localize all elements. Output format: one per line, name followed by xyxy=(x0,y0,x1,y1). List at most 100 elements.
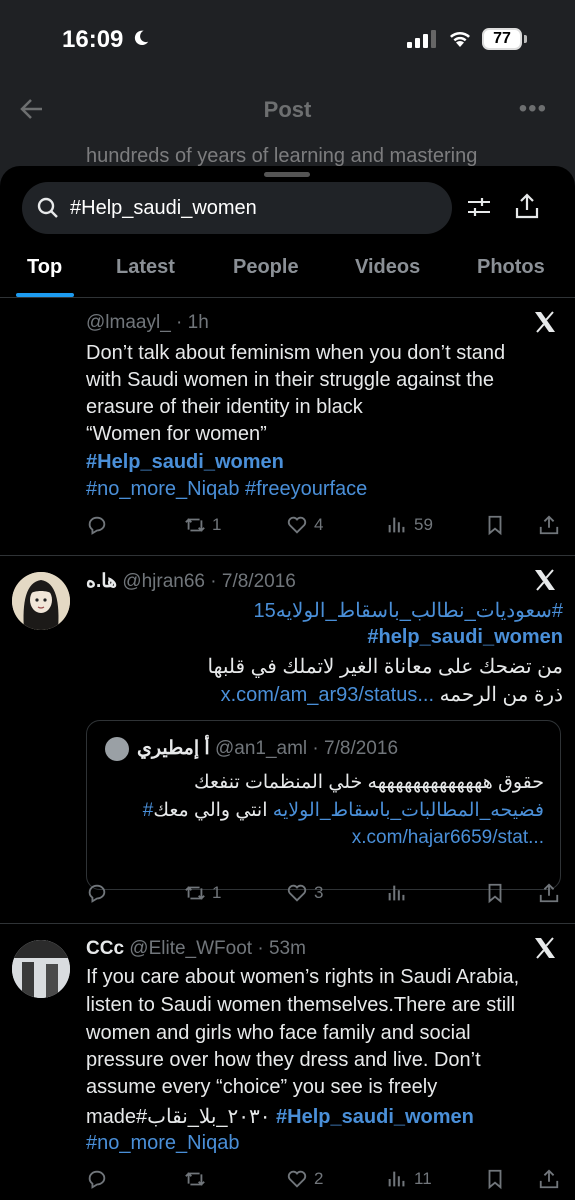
repost-icon xyxy=(185,518,205,532)
tab-top[interactable]: Top xyxy=(27,256,62,279)
tweet-handle[interactable]: @Elite_WFoot xyxy=(129,938,252,959)
hashtag-link[interactable]: #سعوديات_نطالب_باسقاط_الولايه15 xyxy=(254,598,563,623)
heart-icon xyxy=(287,884,307,902)
share-button[interactable] xyxy=(538,878,560,908)
hashtags-link[interactable]: #no_more_Niqab #freeyourface xyxy=(86,478,367,501)
bookmark-icon xyxy=(488,1169,502,1190)
avatar[interactable] xyxy=(12,572,70,630)
reply-button[interactable] xyxy=(86,1164,114,1194)
views-chart-icon xyxy=(388,517,405,533)
tweet-2[interactable]: ها.ه @hjran66 · 7/8/2016 #سعوديات_نطالب_… xyxy=(0,556,575,924)
bookmark-button[interactable] xyxy=(484,1164,506,1194)
tweet-1[interactable]: @lmaayl_ · 1h Don’t talk about feminism … xyxy=(0,296,575,556)
tweet-actions: 1 4 59 xyxy=(86,510,561,540)
tab-videos[interactable]: Videos xyxy=(355,256,420,279)
hashtag-link[interactable]: #help_saudi_women xyxy=(367,626,563,649)
tweet-text-line: with Saudi women in their struggle again… xyxy=(86,369,495,391)
tweet-handle[interactable]: @lmaayl_ xyxy=(86,312,171,333)
heart-icon xyxy=(287,1170,307,1188)
views-count: 11 xyxy=(414,1169,432,1188)
repost-button[interactable] xyxy=(184,1164,212,1194)
more-icon[interactable]: ••• xyxy=(519,95,547,123)
quote-display-name: أ إمطيري xyxy=(137,738,210,759)
tab-photos[interactable]: Photos xyxy=(477,256,545,279)
search-tabs: Top Latest People Videos Photos xyxy=(0,250,575,298)
bookmark-icon xyxy=(488,515,502,536)
heart-icon xyxy=(287,516,307,534)
views-chart-icon xyxy=(388,885,405,901)
status-bar: 16:09 77 xyxy=(0,0,575,80)
share-icon xyxy=(539,1169,559,1189)
repost-button[interactable]: 1 xyxy=(184,510,221,540)
quote-tweet[interactable]: أ إمطيري @an1_aml · 7/8/2016 حقوق هههههه… xyxy=(86,720,561,890)
quote-text-line: حقوق هههههههههههههه خلي المنظمات تنفعك xyxy=(193,772,544,793)
reply-button[interactable] xyxy=(86,510,114,540)
external-link[interactable]: x.com/am_ar93/status... xyxy=(221,684,434,706)
quote-avatar xyxy=(105,737,129,761)
wifi-icon xyxy=(450,32,470,47)
reply-icon xyxy=(88,516,106,535)
repost-count: 1 xyxy=(212,515,222,534)
quote-time: 7/8/2016 xyxy=(324,738,399,759)
reply-icon xyxy=(88,884,106,903)
tweet-3[interactable]: CCc @Elite_WFoot · 53m If you care about… xyxy=(0,924,575,1200)
sheet-grabber[interactable] xyxy=(264,172,310,177)
hashtag-link[interactable]: #Help_saudi_women xyxy=(86,451,284,474)
tweet-actions: 1 3 xyxy=(86,878,561,908)
tweet-text-line: If you care about women’s rights in Saud… xyxy=(86,966,520,988)
search-icon xyxy=(37,197,58,218)
quote-text-fragment: انتي والي معك xyxy=(153,800,268,821)
tweet-text-fragment: made#٢٠٣٠_بلا_نقاب xyxy=(86,1106,271,1128)
bookmark-button[interactable] xyxy=(484,878,506,908)
views-button[interactable]: 11 xyxy=(386,1164,432,1194)
repost-count: 1 xyxy=(212,883,222,902)
background-peek-text: hundreds of years of learning and master… xyxy=(86,145,478,167)
search-input[interactable] xyxy=(70,182,440,234)
x-logo-icon xyxy=(535,937,555,959)
like-button[interactable]: 2 xyxy=(286,1164,323,1194)
tweet-display-name[interactable]: CCc xyxy=(86,938,124,959)
bookmark-button[interactable] xyxy=(484,510,506,540)
battery-indicator: 77 xyxy=(482,28,522,50)
views-button[interactable]: 59 xyxy=(386,510,433,540)
views-button[interactable] xyxy=(386,878,414,908)
tweet-header: CCc @Elite_WFoot · 53m xyxy=(86,938,306,959)
x-logo-icon xyxy=(535,311,555,333)
like-button[interactable]: 3 xyxy=(286,878,323,908)
share-button[interactable] xyxy=(538,1164,560,1194)
quote-handle: @an1_aml xyxy=(214,738,308,759)
tab-latest[interactable]: Latest xyxy=(116,256,175,279)
tab-people[interactable]: People xyxy=(233,256,299,279)
quote-text-line: #فضيحه_المطالبات_باسقاط_الولايه انتي وال… xyxy=(143,799,544,822)
x-logo-icon xyxy=(535,569,555,591)
reply-button[interactable] xyxy=(86,878,114,908)
post-header: Post ••• xyxy=(0,85,575,135)
tweet-handle[interactable]: @hjran66 xyxy=(122,571,205,592)
repost-button[interactable]: 1 xyxy=(184,878,221,908)
cellular-signal-icon xyxy=(407,30,436,48)
avatar-photo xyxy=(12,940,70,998)
avatar[interactable] xyxy=(12,940,70,998)
tweet-display-name[interactable]: ها.ه xyxy=(86,571,117,592)
tweet-actions: 2 11 xyxy=(86,1164,561,1194)
post-title: Post xyxy=(263,97,312,122)
tweet-text-line: women and girls who face family and soci… xyxy=(86,1022,471,1044)
tweet-text-line-with-hashtag: made#٢٠٣٠_بلا_نقاب #Help_saudi_women xyxy=(86,1104,474,1129)
hashtag-link[interactable]: #Help_saudi_women xyxy=(276,1106,474,1128)
bookmark-icon xyxy=(488,883,502,904)
share-icon xyxy=(539,515,559,535)
tweet-text-line-with-link: x.com/am_ar93/status... ذرة من الرحمه xyxy=(221,682,563,707)
tweet-time: 7/8/2016 xyxy=(221,571,296,592)
tweet-text-line: listen to Saudi women themselves.There a… xyxy=(86,994,516,1016)
hashtags-link[interactable]: #no_more_Niqab xyxy=(86,1132,239,1155)
like-count: 3 xyxy=(314,883,324,902)
share-button[interactable] xyxy=(538,510,560,540)
quote-link[interactable]: x.com/hajar6659/stat... xyxy=(352,827,544,849)
views-chart-icon xyxy=(388,1171,405,1187)
filter-sliders-icon[interactable] xyxy=(466,194,492,220)
share-icon[interactable] xyxy=(514,192,540,220)
like-button[interactable]: 4 xyxy=(286,510,323,540)
repost-icon xyxy=(185,886,205,900)
search-box[interactable] xyxy=(22,182,452,234)
quote-header: أ إمطيري @an1_aml · 7/8/2016 xyxy=(137,738,399,759)
